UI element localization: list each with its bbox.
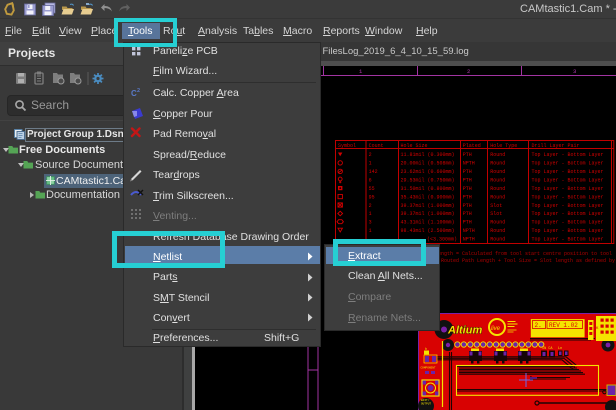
- svg-text:Round: Round: [490, 178, 505, 184]
- svg-text:43.31mil (1.100mm): 43.31mil (1.100mm): [401, 220, 455, 226]
- svg-text:i.e. Routed Path Length + Tool: i.e. Routed Path Length + Tool Size = Sl…: [426, 258, 615, 264]
- svg-text:31.50mil (0.800mm): 31.50mil (0.800mm): [401, 186, 455, 192]
- svg-text:Round: Round: [490, 161, 505, 167]
- svg-text:Top Layer - Bottom Layer: Top Layer - Bottom Layer: [532, 194, 604, 200]
- svg-text:1: 1: [369, 211, 372, 217]
- svg-text:Top Layer - Bottom Layer: Top Layer - Bottom Layer: [532, 228, 604, 234]
- svg-text:2.: 2.: [535, 322, 542, 329]
- svg-text:Round: Round: [490, 220, 505, 226]
- svg-text:NPTH: NPTH: [463, 228, 475, 234]
- svg-text:Plated: Plated: [463, 143, 481, 149]
- svg-text:Slot: Slot: [490, 211, 502, 217]
- svg-text:OUTPUT: OUTPUT: [421, 403, 431, 406]
- svg-text:Slot: Slot: [490, 203, 502, 209]
- svg-text:20.00mil (0.508mm): 20.00mil (0.508mm): [401, 161, 455, 167]
- svg-text:Top Layer - Bottom Layer: Top Layer - Bottom Layer: [532, 178, 604, 184]
- svg-text:Top Layer - Bottom Layer: Top Layer - Bottom Layer: [532, 211, 604, 217]
- svg-text:Round: Round: [490, 194, 505, 200]
- svg-text:PTH: PTH: [463, 152, 472, 158]
- svg-text:Count: Count: [369, 143, 384, 149]
- svg-text:23.62mil (0.600mm): 23.62mil (0.600mm): [401, 169, 455, 175]
- svg-text:PTH: PTH: [463, 186, 472, 192]
- svg-text:98.43mil (2.500mm): 98.43mil (2.500mm): [401, 228, 455, 234]
- svg-text:Slot Length = Calculated from: Slot Length = Calculated from tool start…: [420, 251, 612, 257]
- svg-text:55: 55: [369, 186, 375, 192]
- svg-text:Altium: Altium: [447, 325, 482, 337]
- svg-text:PTH: PTH: [463, 203, 472, 209]
- svg-text:PTH: PTH: [463, 194, 472, 200]
- svg-text:142: 142: [369, 169, 378, 175]
- svg-text:39.37mil (1.000mm): 39.37mil (1.000mm): [401, 211, 455, 217]
- svg-text:NPTH: NPTH: [463, 237, 475, 243]
- svg-text:39.37mil (1.000mm): 39.37mil (1.000mm): [401, 203, 455, 209]
- svg-text:3: 3: [369, 220, 372, 226]
- svg-text:Ln: Ln: [558, 347, 562, 351]
- svg-text:Top Layer - Bottom Layer: Top Layer - Bottom Layer: [532, 169, 604, 175]
- svg-text:Top Layer - Bottom Layer: Top Layer - Bottom Layer: [532, 161, 604, 167]
- svg-text:Top Layer - Bottom Layer: Top Layer - Bottom Layer: [532, 186, 604, 192]
- svg-text:NPTH: NPTH: [463, 161, 475, 167]
- svg-text:Round: Round: [490, 228, 505, 234]
- svg-text:Round: Round: [490, 186, 505, 192]
- svg-text:95: 95: [369, 194, 375, 200]
- svg-text:6: 6: [369, 178, 372, 184]
- svg-text:PTH: PTH: [463, 178, 472, 184]
- svg-text:PTH: PTH: [463, 169, 472, 175]
- svg-text:EDIT/: EDIT/: [421, 398, 430, 402]
- svg-text:2: 2: [467, 68, 470, 75]
- svg-text:(<3.300mm): (<3.300mm): [427, 237, 457, 243]
- svg-text:Top Layer - Bottom Layer: Top Layer - Bottom Layer: [532, 220, 604, 226]
- svg-text:Symbol: Symbol: [338, 143, 356, 149]
- svg-text:Top Layer - Bottom Layer: Top Layer - Bottom Layer: [532, 152, 604, 158]
- svg-text:PTH: PTH: [463, 220, 472, 226]
- svg-text:2: 2: [137, 88, 140, 94]
- svg-text:REV 1.02: REV 1.02: [549, 322, 578, 329]
- svg-text:Round: Round: [490, 152, 505, 158]
- svg-text:3: 3: [573, 68, 576, 75]
- svg-text:Round: Round: [490, 237, 505, 243]
- svg-text:live: live: [491, 326, 501, 332]
- svg-text:29.53mil (0.750mm): 29.53mil (0.750mm): [401, 178, 455, 184]
- svg-text:PTH: PTH: [463, 211, 472, 217]
- svg-text:COMPONENT: COMPONENT: [421, 367, 436, 370]
- svg-text:Top Layer - Bottom Layer: Top Layer - Bottom Layer: [532, 237, 604, 243]
- svg-text:Hole Size: Hole Size: [401, 143, 428, 149]
- svg-text:11.81mil (0.300mm): 11.81mil (0.300mm): [401, 152, 455, 158]
- svg-text:Hole Type: Hole Type: [490, 143, 517, 149]
- svg-text:Drill Layer Pair: Drill Layer Pair: [532, 143, 580, 149]
- svg-text:1: 1: [369, 161, 372, 167]
- svg-text:Top Layer - Bottom Layer: Top Layer - Bottom Layer: [532, 203, 604, 209]
- svg-text:1: 1: [369, 228, 372, 234]
- svg-text:IN CA: IN CA: [542, 347, 553, 351]
- svg-text:Round: Round: [490, 169, 505, 175]
- svg-text:1: 1: [359, 68, 363, 75]
- svg-text:2: 2: [369, 152, 372, 158]
- svg-text:2: 2: [369, 203, 372, 209]
- svg-text:35.43mil (0.900mm): 35.43mil (0.900mm): [401, 194, 455, 200]
